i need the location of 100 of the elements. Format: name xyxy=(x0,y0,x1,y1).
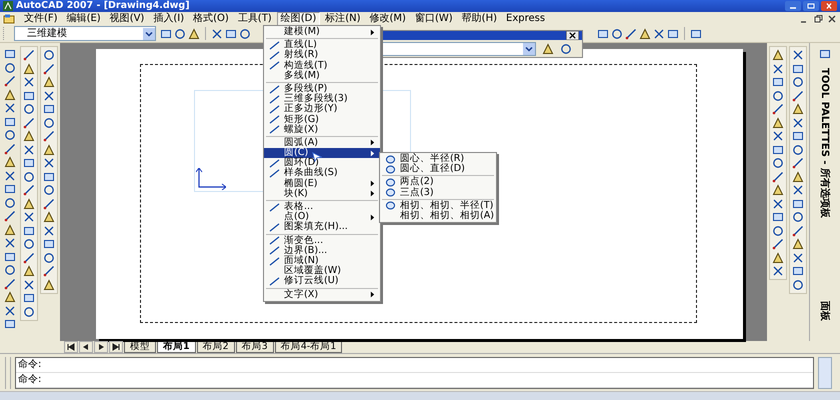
triangle-icon[interactable] xyxy=(43,211,55,223)
cross-icon[interactable] xyxy=(23,144,35,156)
menu-item[interactable]: 面域(N) xyxy=(264,256,380,266)
menu-bar-item[interactable]: 绘图(D) xyxy=(276,12,320,26)
square-icon[interactable] xyxy=(4,318,16,330)
square-icon[interactable] xyxy=(4,250,16,262)
square-icon[interactable] xyxy=(4,116,16,128)
cross-icon[interactable] xyxy=(792,116,804,128)
menu-item[interactable]: 修订云线(U) xyxy=(264,276,380,286)
square-icon[interactable] xyxy=(225,28,237,40)
square-icon[interactable] xyxy=(772,144,784,156)
menu-item[interactable]: 圆心、直径(D) xyxy=(380,164,496,174)
close-icon[interactable] xyxy=(566,31,579,40)
circle-icon[interactable] xyxy=(4,196,16,208)
menu-item[interactable]: 相切、相切、半径(T) xyxy=(380,200,496,211)
circle-icon[interactable] xyxy=(4,62,16,74)
triangle-icon[interactable] xyxy=(23,62,35,74)
line-icon[interactable] xyxy=(43,265,55,277)
square-icon[interactable] xyxy=(792,265,804,277)
triangle-icon[interactable] xyxy=(43,278,55,290)
first-tab-icon[interactable] xyxy=(64,341,78,353)
menu-item[interactable]: 两点(2) xyxy=(380,177,496,188)
cross-icon[interactable] xyxy=(43,224,55,236)
line-icon[interactable] xyxy=(23,49,35,61)
menu-bar-item[interactable]: 文件(F) xyxy=(20,12,62,26)
square-icon[interactable] xyxy=(4,48,16,60)
menu-bar-item[interactable]: 修改(M) xyxy=(366,12,410,26)
circle-icon[interactable] xyxy=(43,184,55,196)
circle-icon[interactable] xyxy=(792,278,804,290)
menu-item[interactable]: 多段线(P) xyxy=(264,84,380,94)
workspace-dropdown[interactable]: 三维建模 xyxy=(14,26,156,41)
minimize-icon[interactable] xyxy=(785,1,801,11)
circle-icon[interactable] xyxy=(772,157,784,169)
triangle-icon[interactable] xyxy=(188,28,200,40)
cross-icon[interactable] xyxy=(772,130,784,142)
square-icon[interactable] xyxy=(160,28,172,40)
triangle-icon[interactable] xyxy=(4,291,16,303)
circle-icon[interactable] xyxy=(43,49,55,61)
document-icon[interactable] xyxy=(3,14,15,24)
previous-tab-icon[interactable] xyxy=(79,341,93,353)
line-icon[interactable] xyxy=(23,184,35,196)
line-icon[interactable] xyxy=(792,224,804,236)
menu-item[interactable]: 构造线(T) xyxy=(264,60,380,71)
cross-icon[interactable] xyxy=(4,237,16,249)
cross-icon[interactable] xyxy=(4,170,16,182)
command-line[interactable]: 命令: xyxy=(16,373,813,388)
circle-icon[interactable] xyxy=(23,306,35,318)
menu-item[interactable]: 图案填充(H)... xyxy=(264,222,380,233)
menu-bar-item[interactable]: Express xyxy=(502,12,550,26)
cross-icon[interactable] xyxy=(43,157,55,169)
menu-bar-item[interactable]: 帮助(H) xyxy=(458,12,501,26)
menu-bar-item[interactable]: 窗口(W) xyxy=(410,12,457,26)
circle-icon[interactable] xyxy=(792,211,804,223)
restore-icon[interactable] xyxy=(813,14,823,24)
menu-item[interactable]: 多线(M) xyxy=(264,70,380,81)
menu-item[interactable]: 文字(X) xyxy=(264,290,380,300)
triangle-icon[interactable] xyxy=(772,252,784,264)
square-icon[interactable] xyxy=(667,28,679,40)
circle-icon[interactable] xyxy=(792,144,804,156)
menu-item[interactable]: 圆弧(A) xyxy=(264,138,380,148)
line-icon[interactable] xyxy=(792,90,804,102)
line-icon[interactable] xyxy=(772,170,784,182)
line-icon[interactable] xyxy=(4,142,16,154)
line-icon[interactable] xyxy=(43,198,55,210)
close-icon[interactable] xyxy=(827,14,837,24)
square-icon[interactable] xyxy=(23,90,35,102)
menu-bar-item[interactable]: 工具(T) xyxy=(234,12,276,26)
triangle-icon[interactable] xyxy=(43,144,55,156)
menu-item[interactable]: 区域覆盖(W) xyxy=(264,266,380,276)
square-icon[interactable] xyxy=(43,238,55,250)
cross-icon[interactable] xyxy=(4,102,16,114)
menu-item[interactable]: 矩形(G) xyxy=(264,114,380,125)
menu-bar-item[interactable]: 标注(N) xyxy=(321,12,365,26)
menu-item[interactable]: 圆(C) xyxy=(264,148,380,158)
triangle-icon[interactable] xyxy=(792,170,804,182)
cross-icon[interactable] xyxy=(23,76,35,88)
triangle-icon[interactable] xyxy=(23,265,35,277)
menu-item[interactable]: 表格... xyxy=(264,202,380,212)
triangle-icon[interactable] xyxy=(43,76,55,88)
cross-icon[interactable] xyxy=(772,265,784,277)
square-icon[interactable] xyxy=(23,157,35,169)
menu-item[interactable]: 圆心、半径(R) xyxy=(380,154,496,164)
cross-icon[interactable] xyxy=(23,278,35,290)
menu-item[interactable]: 块(K) xyxy=(264,188,380,199)
square-icon[interactable] xyxy=(772,76,784,88)
circle-icon[interactable] xyxy=(4,264,16,276)
restore-icon[interactable] xyxy=(803,1,819,11)
circle-icon[interactable] xyxy=(23,103,35,115)
circle-icon[interactable] xyxy=(23,170,35,182)
triangle-icon[interactable] xyxy=(792,103,804,115)
menu-item[interactable]: 椭圆(E) xyxy=(264,178,380,189)
circle-icon[interactable] xyxy=(43,252,55,264)
circle-icon[interactable] xyxy=(772,90,784,102)
square-icon[interactable] xyxy=(23,224,35,236)
cross-icon[interactable] xyxy=(772,62,784,74)
triangle-icon[interactable] xyxy=(792,238,804,250)
line-icon[interactable] xyxy=(43,62,55,74)
menu-bar-item[interactable]: 插入(I) xyxy=(149,12,188,26)
triangle-icon[interactable] xyxy=(4,156,16,168)
square-icon[interactable] xyxy=(690,28,702,40)
